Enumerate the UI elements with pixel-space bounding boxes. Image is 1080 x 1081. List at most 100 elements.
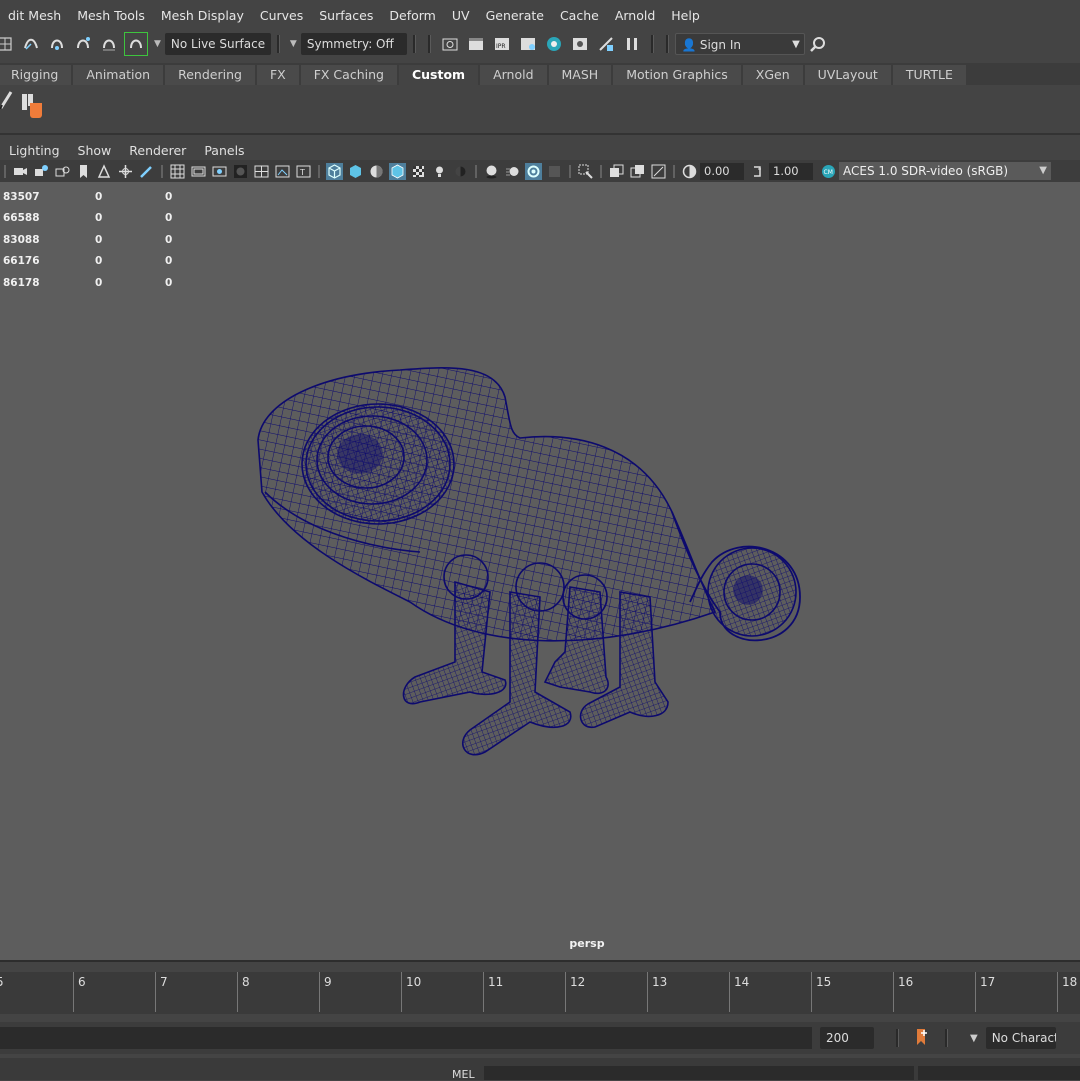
safe-title-icon[interactable]: T (295, 163, 312, 180)
auto-key-icon[interactable] (915, 1028, 929, 1049)
gate-mask-icon[interactable] (232, 163, 249, 180)
render-frame-icon[interactable] (465, 33, 487, 55)
wireframe-icon[interactable] (326, 162, 343, 180)
sign-in-field[interactable]: 👤 Sign In ▼ (674, 33, 805, 55)
bookmark-camera-icon[interactable] (54, 163, 71, 180)
depth-of-field-icon[interactable] (546, 163, 563, 180)
tab-motion-graphics[interactable]: Motion Graphics (613, 65, 741, 85)
chameleon-wireframe[interactable] (0, 182, 1080, 960)
isolate-select-icon[interactable] (577, 163, 594, 180)
grease-pencil-icon[interactable] (138, 163, 155, 180)
tab-fx-caching[interactable]: FX Caching (300, 65, 397, 85)
view-transform-label: ACES 1.0 SDR-video (sRGB) (843, 164, 1009, 178)
menu-help[interactable]: Help (663, 8, 708, 23)
tick (565, 972, 566, 1012)
mel-input[interactable] (484, 1066, 914, 1080)
snap-point-icon[interactable] (46, 33, 68, 55)
film-gate-icon[interactable] (190, 163, 207, 180)
tab-custom[interactable]: Custom (398, 65, 479, 85)
grid-icon[interactable] (169, 163, 186, 180)
menu-cache[interactable]: Cache (552, 8, 607, 23)
image-plane-icon[interactable] (96, 163, 113, 180)
tab-uvlayout[interactable]: UVLayout (804, 65, 891, 85)
range-slider[interactable] (0, 1027, 812, 1049)
menu-mesh-display[interactable]: Mesh Display (153, 8, 252, 23)
bookmark-icon[interactable] (75, 163, 92, 180)
symmetry-field[interactable]: Symmetry: Off (300, 33, 407, 55)
gamma-icon[interactable] (750, 163, 767, 180)
snap-live-icon[interactable] (98, 33, 120, 55)
dropdown-arrow-icon[interactable]: ▼ (154, 39, 161, 49)
screen-space-ao-icon[interactable] (483, 163, 500, 180)
tab-mash[interactable]: MASH (548, 65, 612, 85)
tab-arnold[interactable]: Arnold (480, 65, 547, 85)
tab-rigging[interactable]: Rigging (0, 65, 72, 85)
playback-end-field[interactable]: 200 (820, 1027, 874, 1049)
uvlayout-shelf-icon[interactable] (20, 91, 48, 122)
tab-turtle[interactable]: TURTLE (892, 65, 966, 85)
xray-joints-icon[interactable] (629, 163, 646, 180)
anti-aliasing-icon[interactable] (525, 162, 542, 180)
menu-edit-mesh[interactable]: dit Mesh (0, 8, 69, 23)
snap-curve-icon[interactable] (20, 33, 42, 55)
tab-animation[interactable]: Animation (73, 65, 164, 85)
safe-action-icon[interactable] (274, 163, 291, 180)
persp-viewport[interactable]: 83507 0 0 66588 0 0 83088 0 0 66176 0 0 86178 0 0 (0, 182, 1080, 960)
ipr-tune-icon[interactable] (595, 33, 617, 55)
ipr-render-icon[interactable]: IPR (491, 33, 513, 55)
view-transform-select[interactable]: ACES 1.0 SDR-video (sRGB) ▼ (839, 162, 1051, 180)
menu-arnold[interactable]: Arnold (607, 8, 663, 23)
toolbar-divider-icon (316, 163, 322, 180)
shadows-icon[interactable] (452, 163, 469, 180)
tab-xgen[interactable]: XGen (742, 65, 803, 85)
menu-panels[interactable]: Panels (195, 143, 253, 158)
render-settings-icon[interactable] (517, 33, 539, 55)
wireframe-on-shaded-icon[interactable] (389, 162, 406, 180)
resolution-gate-icon[interactable] (211, 163, 228, 180)
tab-rendering[interactable]: Rendering (165, 65, 255, 85)
exposure-field[interactable]: 0.00 (700, 162, 744, 180)
exposure-icon[interactable] (681, 163, 698, 180)
xray-icon[interactable] (608, 163, 625, 180)
divider (896, 1029, 899, 1047)
menu-show[interactable]: Show (69, 143, 121, 158)
gamma-field[interactable]: 1.00 (769, 162, 813, 180)
snap-magnet-icon[interactable] (124, 32, 148, 56)
chevron-down-icon[interactable]: ▼ (970, 1033, 978, 1044)
camera-icon[interactable] (12, 163, 29, 180)
live-surface-field[interactable]: No Live Surface (164, 33, 271, 55)
snap-grid-icon[interactable] (0, 33, 16, 55)
menu-generate[interactable]: Generate (478, 8, 552, 23)
menu-mesh-tools[interactable]: Mesh Tools (69, 8, 153, 23)
pencil-icon[interactable] (0, 89, 14, 112)
tab-fx[interactable]: FX (256, 65, 299, 85)
menu-surfaces[interactable]: Surfaces (311, 8, 381, 23)
color-management-icon[interactable]: CM (819, 163, 837, 180)
menu-deform[interactable]: Deform (381, 8, 443, 23)
snap-view-plane-icon[interactable] (72, 33, 94, 55)
menu-lighting[interactable]: Lighting (0, 143, 69, 158)
2d-pan-zoom-icon[interactable] (117, 163, 134, 180)
time-slider[interactable]: 6 7 8 9 10 11 12 13 14 15 16 17 18 5 (0, 960, 1080, 1018)
render-view-icon[interactable] (439, 33, 461, 55)
frame-label: 8 (242, 975, 250, 989)
mel-label[interactable]: MEL (452, 1068, 475, 1081)
pause-icon[interactable] (621, 33, 643, 55)
search-icon[interactable] (807, 33, 829, 55)
lights-icon[interactable] (431, 163, 448, 180)
hypershade-icon[interactable] (543, 33, 565, 55)
menu-curves[interactable]: Curves (252, 8, 311, 23)
textured-icon[interactable] (410, 163, 427, 180)
symmetry-dropdown-arrow-icon[interactable]: ▼ (290, 39, 297, 49)
character-set-field[interactable]: No Charact (985, 1027, 1056, 1049)
default-material-icon[interactable] (368, 163, 385, 180)
motion-blur-icon[interactable] (504, 163, 521, 180)
camera-attributes-icon[interactable] (33, 163, 50, 180)
smooth-shade-icon[interactable] (347, 163, 364, 180)
menu-renderer[interactable]: Renderer (120, 143, 195, 158)
xray-components-icon[interactable] (650, 163, 667, 180)
field-chart-icon[interactable] (253, 163, 270, 180)
arnold-render-view-icon[interactable] (569, 33, 591, 55)
menu-uv[interactable]: UV (444, 8, 478, 23)
svg-text:T: T (299, 168, 305, 177)
